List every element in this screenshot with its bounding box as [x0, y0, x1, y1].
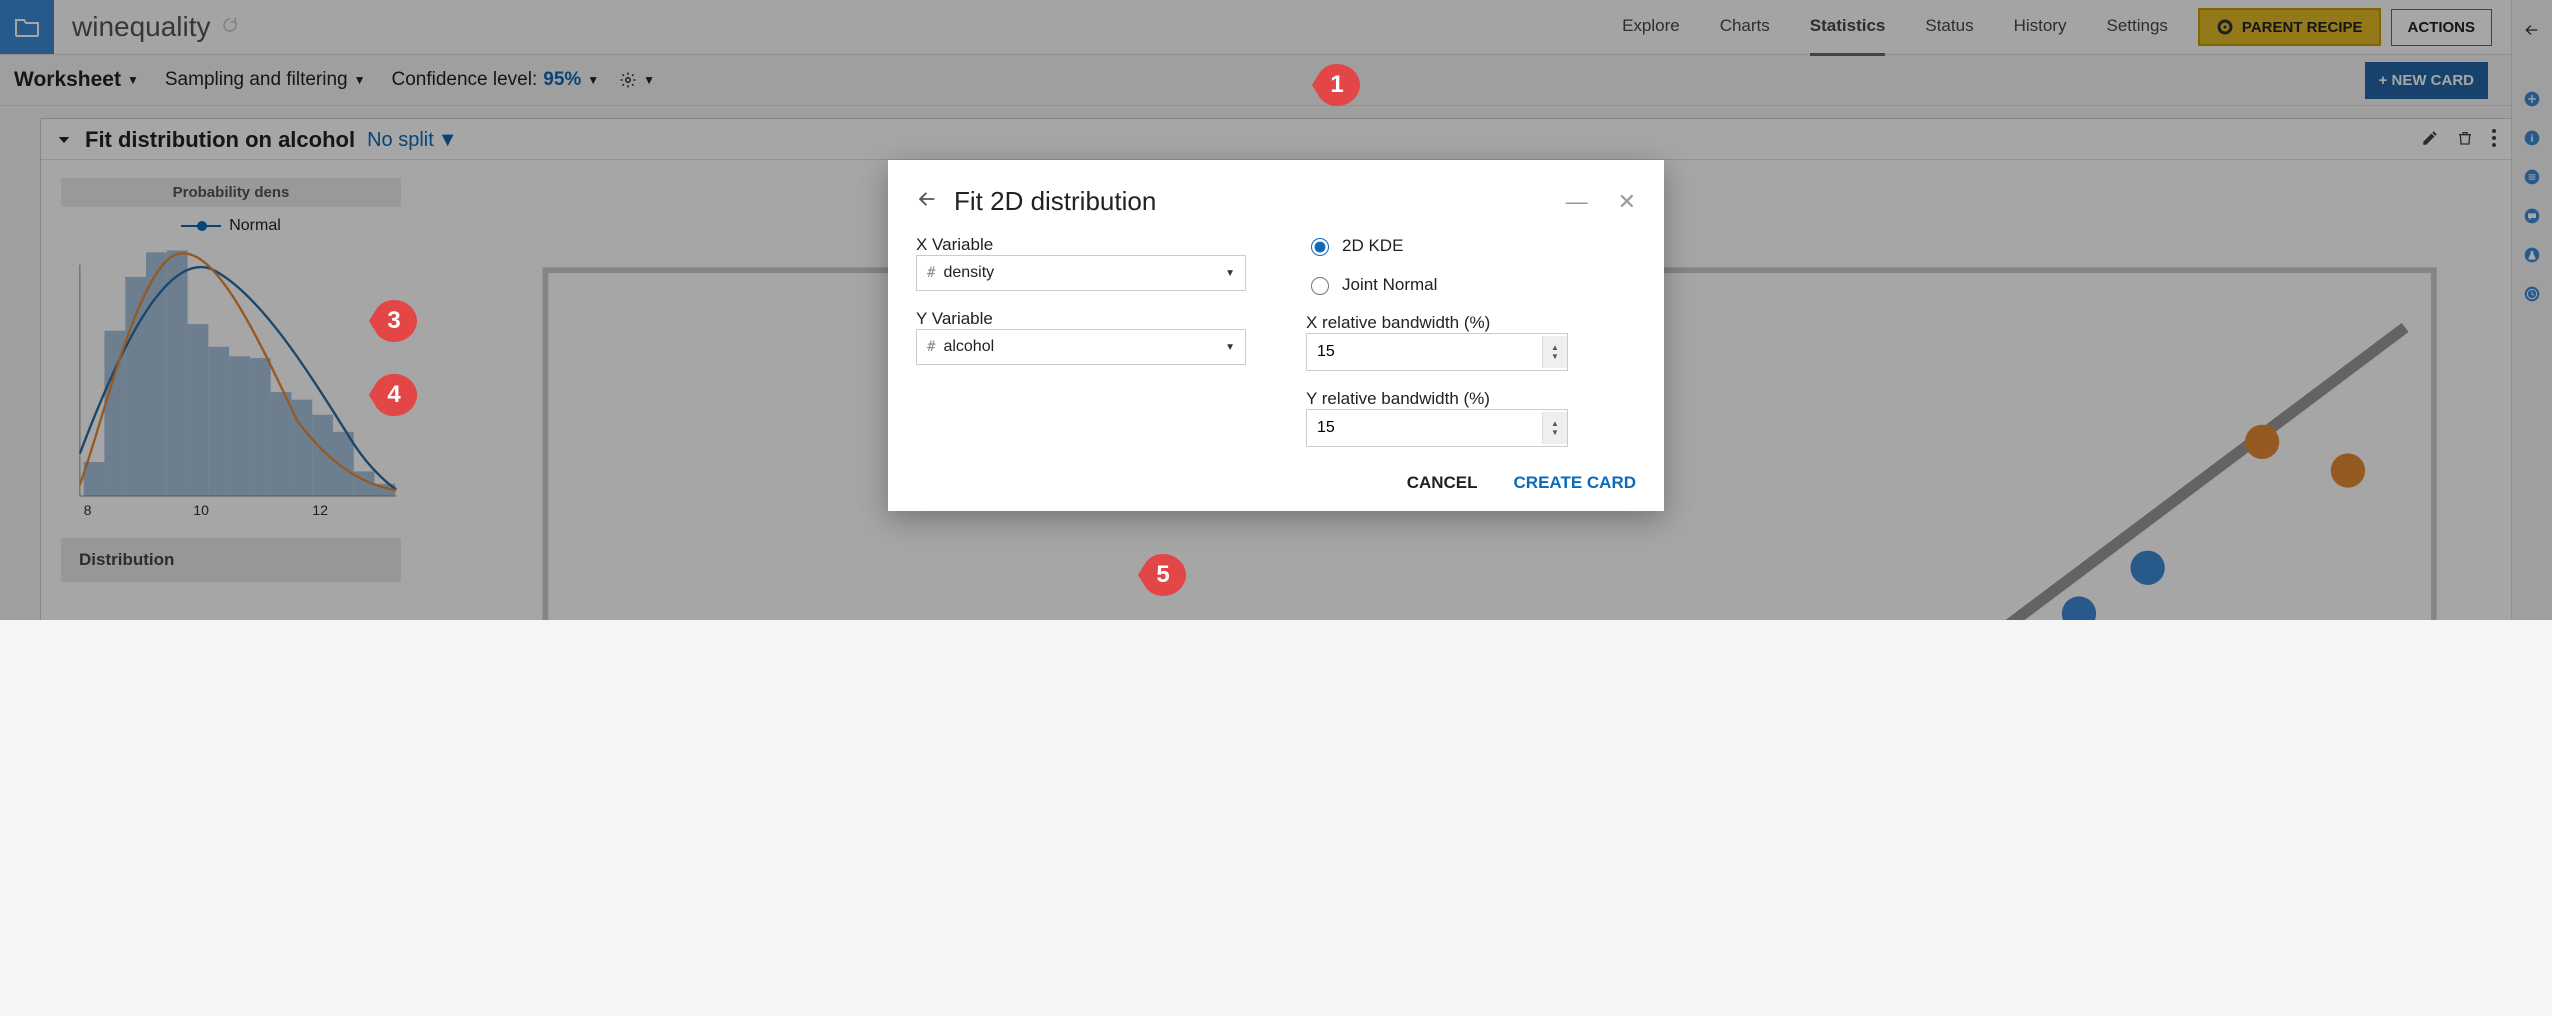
- dialog-right-column: 2D KDE Joint Normal X relative bandwidth…: [1306, 235, 1636, 447]
- radio-2dkde-label: 2D KDE: [1342, 236, 1403, 256]
- ybw-input-wrap: ▲▼: [1306, 409, 1568, 447]
- chevron-down-icon: ▼: [1225, 342, 1235, 353]
- radio-jointnormal[interactable]: Joint Normal: [1306, 274, 1636, 295]
- xvar-value: density: [943, 264, 994, 282]
- fit-2d-dialog: Fit 2D distribution — ✕ X Variable # den…: [888, 160, 1664, 511]
- radio-jointnormal-label: Joint Normal: [1342, 275, 1437, 295]
- number-spinner-icon[interactable]: ▲▼: [1542, 412, 1567, 444]
- yvar-value: alcohol: [943, 338, 994, 356]
- numeric-icon: #: [927, 339, 935, 355]
- ybw-input[interactable]: [1307, 410, 1542, 446]
- callout-badge-4: 4: [369, 372, 419, 418]
- numeric-icon: #: [927, 265, 935, 281]
- xbw-input-wrap: ▲▼: [1306, 333, 1568, 371]
- callout-badge-3: 3: [369, 298, 419, 344]
- close-icon[interactable]: ✕: [1618, 189, 1636, 215]
- dialog-left-column: X Variable # density ▼ Y Variable # alco…: [916, 235, 1246, 447]
- app-viewport: i winequality Explore Charts Statistics …: [0, 0, 2552, 620]
- xvar-select[interactable]: # density ▼: [916, 255, 1246, 291]
- xbw-input[interactable]: [1307, 334, 1542, 370]
- number-spinner-icon[interactable]: ▲▼: [1542, 336, 1567, 368]
- create-card-button[interactable]: CREATE CARD: [1514, 473, 1636, 493]
- cancel-button[interactable]: CANCEL: [1407, 473, 1478, 493]
- ybw-label: Y relative bandwidth (%): [1306, 389, 1636, 409]
- xvar-label: X Variable: [916, 235, 1246, 255]
- callout-badge-1: 1: [1312, 62, 1362, 108]
- chevron-down-icon: ▼: [1225, 268, 1235, 279]
- radio-2dkde[interactable]: 2D KDE: [1306, 235, 1636, 256]
- yvar-select[interactable]: # alcohol ▼: [916, 329, 1246, 365]
- dialog-header: Fit 2D distribution — ✕: [916, 186, 1636, 217]
- back-arrow-icon[interactable]: [916, 188, 938, 215]
- radio-jointnormal-input[interactable]: [1311, 277, 1329, 295]
- dialog-footer: CANCEL CREATE CARD: [916, 447, 1636, 493]
- xbw-label: X relative bandwidth (%): [1306, 313, 1636, 333]
- yvar-label: Y Variable: [916, 309, 1246, 329]
- callout-badge-5: 5: [1138, 552, 1188, 598]
- minimize-icon[interactable]: —: [1566, 189, 1588, 215]
- radio-2dkde-input[interactable]: [1311, 238, 1329, 256]
- dialog-title: Fit 2D distribution: [954, 186, 1156, 217]
- dialog-body: X Variable # density ▼ Y Variable # alco…: [916, 235, 1636, 447]
